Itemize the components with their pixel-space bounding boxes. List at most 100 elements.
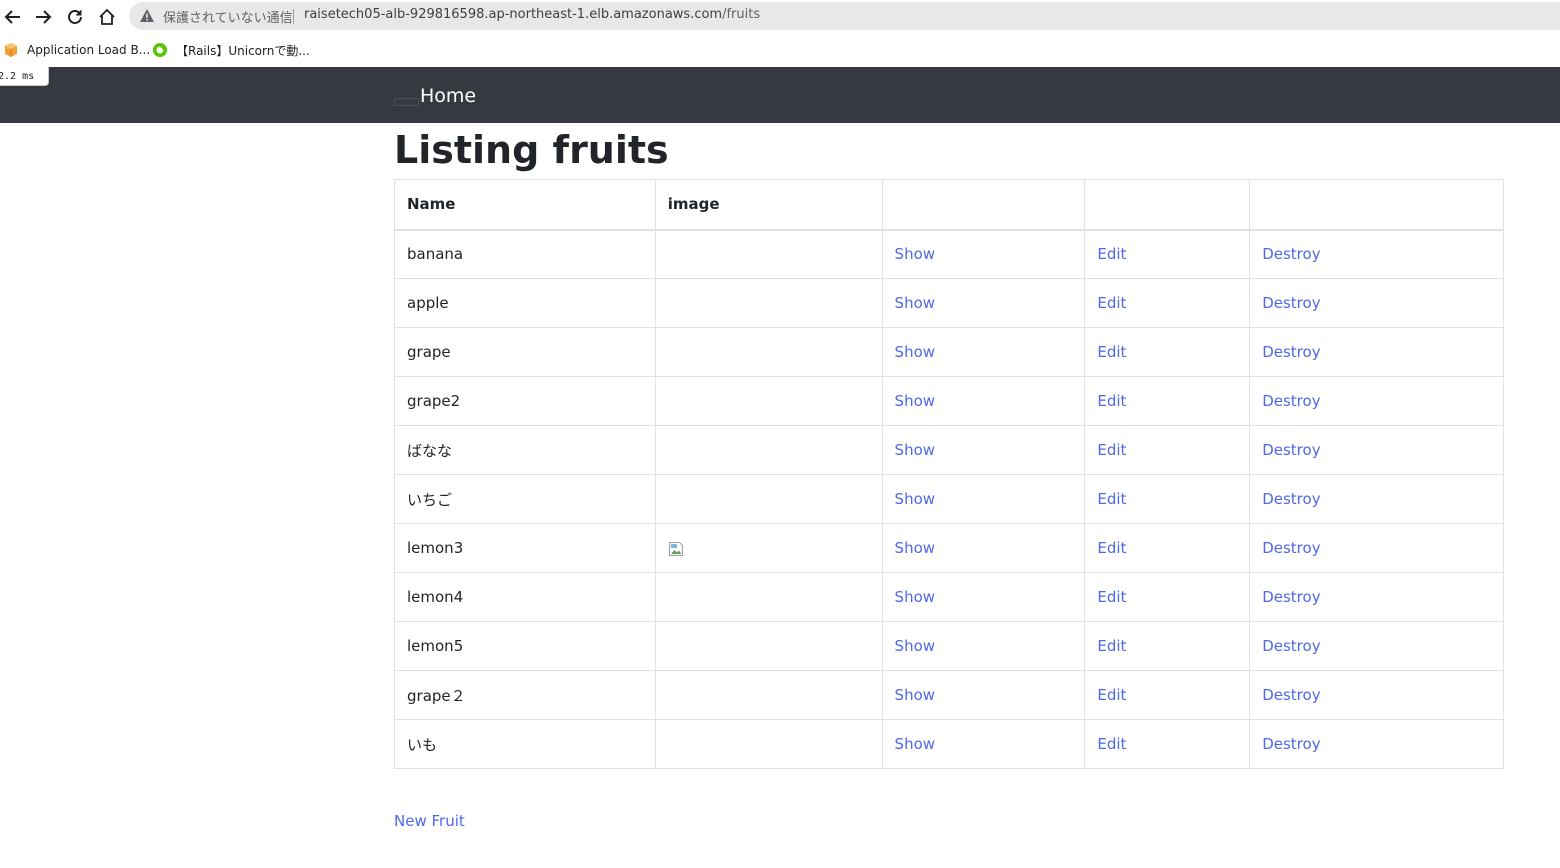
navbar-toggler[interactable]	[394, 98, 419, 106]
action-cell-show: Show	[881, 474, 1086, 524]
destroy-link[interactable]: Destroy	[1262, 735, 1320, 753]
fruit-image-cell	[654, 376, 883, 426]
reload-button[interactable]	[62, 4, 88, 30]
fruit-name: grape2	[394, 376, 656, 426]
show-link[interactable]: Show	[895, 392, 935, 410]
bookmarks-bar: Application Load B... 【Rails】Unicornで動..…	[0, 33, 1560, 66]
action-cell-edit: Edit	[1084, 719, 1251, 769]
table-row: いも Show Edit Destroy	[394, 719, 1504, 769]
fruit-image-cell	[654, 327, 883, 377]
action-cell-show: Show	[881, 621, 1086, 671]
edit-link[interactable]: Edit	[1097, 735, 1126, 753]
destroy-link[interactable]: Destroy	[1262, 245, 1320, 263]
header-edit	[1084, 179, 1251, 231]
profiler-badge[interactable]: 52.2 ms	[0, 67, 49, 86]
edit-link[interactable]: Edit	[1097, 392, 1126, 410]
edit-link[interactable]: Edit	[1097, 588, 1126, 606]
show-link[interactable]: Show	[895, 637, 935, 655]
show-link[interactable]: Show	[895, 686, 935, 704]
fruit-image-cell	[654, 572, 883, 622]
action-cell-show: Show	[881, 572, 1086, 622]
fruit-name: いも	[394, 719, 656, 769]
header-show	[881, 179, 1086, 231]
table-row: lemon4 Show Edit Destroy	[394, 572, 1504, 622]
show-link[interactable]: Show	[895, 588, 935, 606]
show-link[interactable]: Show	[895, 441, 935, 459]
action-cell-show: Show	[881, 229, 1086, 279]
show-link[interactable]: Show	[895, 343, 935, 361]
nav-home-link[interactable]: Home	[420, 85, 476, 107]
bookmark-label: 【Rails】Unicornで動...	[176, 43, 310, 58]
destroy-link[interactable]: Destroy	[1262, 441, 1320, 459]
fruit-image-cell	[654, 278, 883, 328]
action-cell-show: Show	[881, 670, 1086, 720]
show-link[interactable]: Show	[895, 735, 935, 753]
bookmark-application-load-balancer[interactable]: Application Load B...	[3, 40, 150, 60]
home-icon	[99, 8, 115, 25]
back-button[interactable]	[0, 4, 26, 30]
show-link[interactable]: Show	[895, 294, 935, 312]
action-cell-destroy: Destroy	[1249, 425, 1504, 475]
omnibox-divider	[293, 9, 294, 24]
action-cell-destroy: Destroy	[1249, 523, 1504, 573]
fruit-image-cell	[654, 229, 883, 279]
url-text[interactable]: raisetech05-alb-929816598.ap-northeast-1…	[304, 7, 760, 22]
forward-button[interactable]	[30, 4, 56, 30]
table-row: grape２ Show Edit Destroy	[394, 670, 1504, 720]
security-status[interactable]: 保護されていない通信	[163, 7, 293, 26]
show-link[interactable]: Show	[895, 245, 935, 263]
fruit-image-cell	[654, 425, 883, 475]
destroy-link[interactable]: Destroy	[1262, 343, 1320, 361]
destroy-link[interactable]: Destroy	[1262, 686, 1320, 704]
action-cell-edit: Edit	[1084, 621, 1251, 671]
bookmark-rails-unicorn[interactable]: 【Rails】Unicornで動...	[152, 40, 310, 60]
table-row: いちご Show Edit Destroy	[394, 474, 1504, 524]
table-row: lemon5 Show Edit Destroy	[394, 621, 1504, 671]
warning-icon[interactable]	[139, 8, 155, 24]
action-cell-destroy: Destroy	[1249, 572, 1504, 622]
destroy-link[interactable]: Destroy	[1262, 392, 1320, 410]
destroy-link[interactable]: Destroy	[1262, 588, 1320, 606]
fruit-name: ばなな	[394, 425, 656, 475]
fruit-name: banana	[394, 229, 656, 279]
edit-link[interactable]: Edit	[1097, 245, 1126, 263]
action-cell-show: Show	[881, 719, 1086, 769]
destroy-link[interactable]: Destroy	[1262, 294, 1320, 312]
action-cell-destroy: Destroy	[1249, 474, 1504, 524]
action-cell-edit: Edit	[1084, 327, 1251, 377]
action-cell-show: Show	[881, 327, 1086, 377]
edit-link[interactable]: Edit	[1097, 686, 1126, 704]
edit-link[interactable]: Edit	[1097, 490, 1126, 508]
arrow-right-icon	[36, 10, 52, 24]
page-title: Listing fruits	[394, 128, 669, 172]
destroy-link[interactable]: Destroy	[1262, 539, 1320, 557]
action-cell-edit: Edit	[1084, 523, 1251, 573]
edit-link[interactable]: Edit	[1097, 343, 1126, 361]
table-header-row: Name image	[394, 179, 1504, 231]
action-cell-edit: Edit	[1084, 425, 1251, 475]
arrow-left-icon	[4, 10, 20, 24]
action-cell-destroy: Destroy	[1249, 670, 1504, 720]
fruit-image-cell	[654, 719, 883, 769]
address-bar[interactable]: 保護されていない通信 raisetech05-alb-929816598.ap-…	[129, 2, 1560, 30]
show-link[interactable]: Show	[895, 539, 935, 557]
edit-link[interactable]: Edit	[1097, 637, 1126, 655]
url-host: raisetech05-alb-929816598.ap-northeast-1…	[304, 7, 723, 22]
action-cell-edit: Edit	[1084, 278, 1251, 328]
new-fruit-link[interactable]: New Fruit	[394, 812, 465, 830]
site-icon	[153, 43, 167, 57]
destroy-link[interactable]: Destroy	[1262, 637, 1320, 655]
broken-image-icon	[668, 541, 683, 556]
edit-link[interactable]: Edit	[1097, 441, 1126, 459]
edit-link[interactable]: Edit	[1097, 539, 1126, 557]
navbar: Home	[0, 67, 1560, 123]
home-button[interactable]	[94, 4, 120, 30]
show-link[interactable]: Show	[895, 490, 935, 508]
fruit-name: lemon4	[394, 572, 656, 622]
edit-link[interactable]: Edit	[1097, 294, 1126, 312]
destroy-link[interactable]: Destroy	[1262, 490, 1320, 508]
fruit-image-cell	[654, 670, 883, 720]
fruit-name: grape２	[394, 670, 656, 720]
action-cell-show: Show	[881, 523, 1086, 573]
reload-icon	[68, 10, 82, 24]
